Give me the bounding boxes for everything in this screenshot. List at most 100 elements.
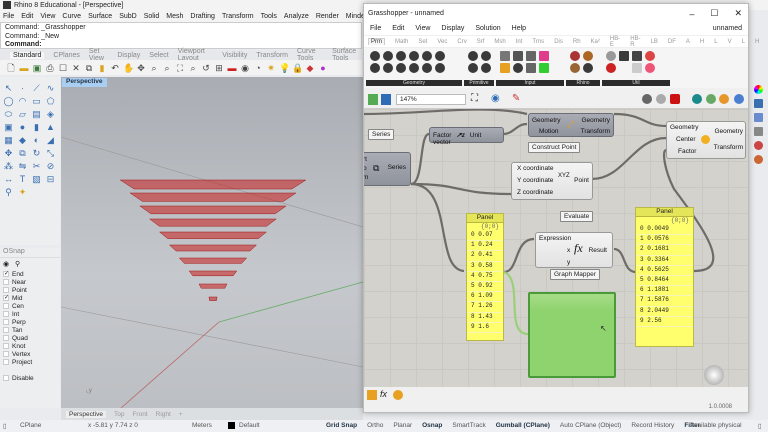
plugin-icon[interactable] <box>393 390 403 400</box>
status-toggle[interactable]: Gumball (CPlane) <box>496 422 550 429</box>
cherry-icon[interactable] <box>606 63 616 73</box>
select-icon[interactable]: ↖ <box>3 83 14 94</box>
red-box[interactable] <box>178 257 248 264</box>
status-units[interactable]: Meters <box>192 422 212 429</box>
analyze-icon[interactable]: ⚲ <box>3 187 14 198</box>
split-icon[interactable]: ⊘ <box>45 161 56 172</box>
gh-tab[interactable]: Crv <box>457 39 466 45</box>
menu-item[interactable]: Render <box>316 13 339 20</box>
fx-status-icon[interactable]: fx <box>380 389 387 399</box>
cylinder-icon[interactable]: ▮ <box>31 122 42 133</box>
move-icon[interactable]: ✥ <box>3 148 14 159</box>
gh-tab[interactable]: Ka² <box>591 39 600 45</box>
gh-tab[interactable]: HB-E <box>610 36 620 48</box>
osnap-item[interactable]: Perp <box>0 318 60 326</box>
red-box[interactable] <box>208 296 218 301</box>
gh-canvas[interactable]: Series rt p m ⧉ Series Factor ↗z Unit ve… <box>364 109 748 387</box>
osnap-item[interactable]: Tan <box>0 326 60 334</box>
toolbar-tab[interactable]: Select <box>149 52 168 59</box>
gh-tab[interactable]: Vec <box>437 39 447 45</box>
arrow-outline-icon[interactable] <box>632 63 642 73</box>
status-layer[interactable]: Default <box>239 422 260 429</box>
zoom-selected-icon[interactable]: ⌕ <box>188 63 198 73</box>
checkbox[interactable] <box>3 303 9 309</box>
status-toggle[interactable]: Osnap <box>422 422 442 429</box>
checkbox[interactable] <box>3 287 9 293</box>
autosave-icon[interactable] <box>367 390 377 400</box>
gh-tab[interactable]: Set <box>418 39 427 45</box>
osnap-item[interactable]: ✓ End <box>0 270 60 278</box>
checkbox[interactable] <box>3 311 9 317</box>
viewport-tab[interactable]: Right <box>156 411 171 418</box>
stacked-boxes[interactable] <box>119 179 307 301</box>
toolbar-tab[interactable]: Visibility <box>222 52 247 59</box>
pan-icon[interactable]: ✋ <box>123 63 134 73</box>
zoom-icon[interactable]: ⌕ <box>149 63 159 73</box>
evaluate-component[interactable]: Expression x y fx Result <box>535 232 613 268</box>
gh-menu-item[interactable]: Solution <box>475 25 500 32</box>
filter-icon[interactable]: ⚲ <box>15 261 20 268</box>
hatch-icon[interactable]: ▧ <box>31 174 42 185</box>
preview-shaded-icon[interactable] <box>670 94 680 104</box>
menu-item[interactable]: Edit <box>21 13 33 20</box>
material-icon[interactable]: ◆ <box>305 63 315 73</box>
gradient-icon[interactable] <box>539 51 549 61</box>
panel-toggle-right-icon[interactable]: ▯ <box>758 422 762 430</box>
gh-tab[interactable]: H <box>755 39 759 45</box>
component-icon[interactable] <box>383 51 393 61</box>
subd-icon[interactable]: ◆ <box>17 135 28 146</box>
osnap-item[interactable]: Near <box>0 278 60 286</box>
print-icon[interactable]: ⎙ <box>45 63 55 73</box>
menu-item[interactable]: Curve <box>62 13 81 20</box>
component-icon[interactable] <box>583 51 593 61</box>
menu-item[interactable]: Analyze <box>284 13 309 20</box>
copy-icon[interactable]: ⧉ <box>84 63 94 73</box>
color-wheel-icon[interactable]: ● <box>318 63 328 73</box>
lightbulb-icon[interactable]: 💡 <box>279 63 290 73</box>
unit-vector-component[interactable]: Factor ↗z Unit vector <box>429 127 504 146</box>
toolbar-tab[interactable]: Display <box>117 52 140 59</box>
toggle-icon[interactable] <box>513 51 523 61</box>
preview-selected-icon[interactable] <box>706 94 716 104</box>
gh-tab[interactable]: A <box>686 39 690 45</box>
box-icon[interactable]: ▣ <box>3 122 14 133</box>
viewport-title[interactable]: Perspective <box>62 78 107 87</box>
status-toggle[interactable]: Record History <box>631 422 674 429</box>
component-icon[interactable] <box>409 51 419 61</box>
render-preview-icon[interactable] <box>719 94 729 104</box>
component-icon[interactable] <box>481 51 491 61</box>
component-icon[interactable] <box>422 51 432 61</box>
cone-icon[interactable]: ▲ <box>45 122 56 133</box>
zoom-window-icon[interactable]: ⌕ <box>162 63 172 73</box>
gh-menu-item[interactable]: Edit <box>392 25 404 32</box>
flask-icon[interactable] <box>645 63 655 73</box>
red-box[interactable] <box>188 270 238 277</box>
gh-tab[interactable]: Trns <box>532 39 544 45</box>
move-component[interactable]: Geometry Motion ⤢ Geometry Transform <box>528 113 614 137</box>
loft-icon[interactable]: ◈ <box>45 109 56 120</box>
circle-icon[interactable]: ◯ <box>3 96 14 107</box>
menu-item[interactable]: Solid <box>144 13 160 20</box>
component-icon[interactable] <box>383 63 393 73</box>
viewport-tab[interactable]: Top <box>114 411 124 418</box>
status-cplane[interactable]: CPlane <box>20 422 41 429</box>
sketch-pen-icon[interactable]: ✎ <box>512 93 520 104</box>
polygon-icon[interactable]: ⬠ <box>45 96 56 107</box>
osnap-item[interactable]: Knot <box>0 342 60 350</box>
mirror-icon[interactable]: ⇋ <box>17 161 28 172</box>
red-box[interactable] <box>158 231 268 239</box>
value-list-icon[interactable] <box>526 63 536 73</box>
gh-tab[interactable]: L <box>714 39 717 45</box>
point-icon[interactable]: · <box>17 83 28 94</box>
rotate-icon[interactable]: ↻ <box>31 148 42 159</box>
gh-tab[interactable]: H <box>700 39 704 45</box>
panel-right[interactable]: Panel {0;0} 0 0.0049 1 0.0576 2 0.1681 3 0.… <box>635 207 694 347</box>
menu-item[interactable]: Drafting <box>190 13 215 20</box>
open-icon[interactable]: ▬ <box>19 63 29 73</box>
cut-icon[interactable]: ✕ <box>71 63 81 73</box>
component-icon[interactable] <box>583 63 593 73</box>
menu-item[interactable]: SubD <box>119 13 137 20</box>
component-icon[interactable] <box>468 51 478 61</box>
toolbar-tab[interactable]: CPlanes <box>53 52 79 59</box>
gh-menu-item[interactable]: File <box>370 25 381 32</box>
